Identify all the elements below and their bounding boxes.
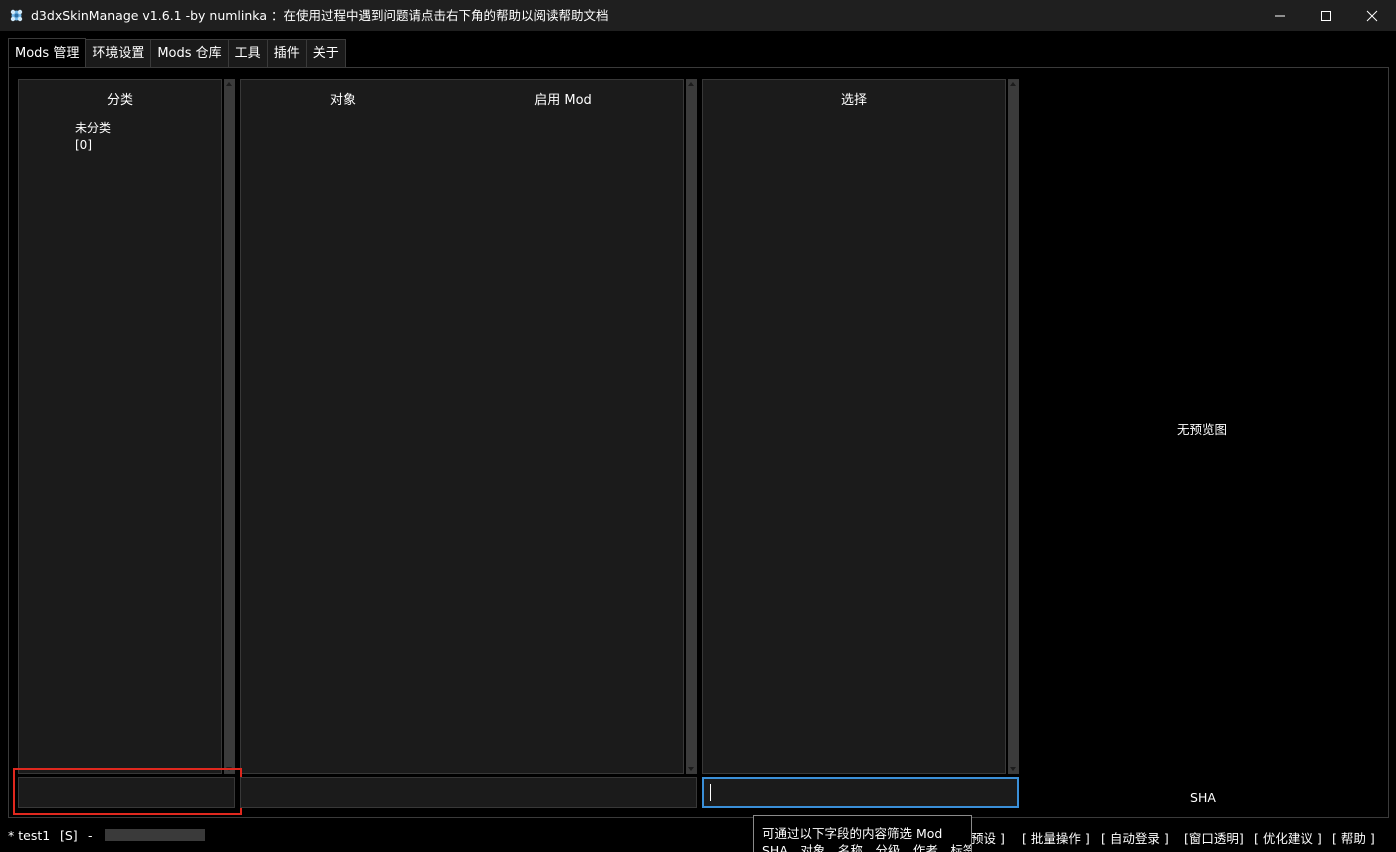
title-bar: d3dxSkinManage v1.6.1 -by numlinka ：在使用过… bbox=[0, 0, 1396, 31]
status-bar: * test1 [S] - 预设 ] [ 批量操作 ] [ 自动登录 ] [窗口… bbox=[0, 820, 1396, 852]
close-icon bbox=[1366, 10, 1378, 21]
object-header: 对象 bbox=[329, 93, 356, 108]
tab-mods-manage[interactable]: Mods 管理 bbox=[8, 38, 87, 68]
window-title: d3dxSkinManage v1.6.1 -by numlinka ：在使用过… bbox=[31, 8, 609, 23]
maximize-icon bbox=[1321, 10, 1331, 21]
status-progress-bar bbox=[105, 829, 205, 841]
sha-label: SHA bbox=[1190, 790, 1216, 805]
mod-search-input[interactable] bbox=[702, 777, 1019, 808]
minimize-button[interactable] bbox=[1257, 0, 1303, 31]
link-auto-login[interactable]: [ 自动登录 ] bbox=[1101, 828, 1169, 847]
tab-plugins[interactable]: 插件 bbox=[266, 39, 307, 67]
link-batch-operation[interactable]: [ 批量操作 ] bbox=[1022, 828, 1090, 847]
category-item-count: [0] bbox=[75, 138, 92, 152]
close-button[interactable] bbox=[1349, 0, 1395, 31]
status-flag: [S] bbox=[60, 828, 78, 843]
category-list[interactable]: 分类 未分类 [0] bbox=[18, 79, 222, 774]
tab-about[interactable]: 关于 bbox=[305, 39, 346, 67]
status-separator: - bbox=[88, 828, 93, 843]
scroll-up-icon[interactable] bbox=[226, 82, 232, 86]
category-scrollbar[interactable] bbox=[224, 79, 235, 774]
highlight-box bbox=[13, 768, 242, 815]
category-item-name: 未分类 bbox=[75, 121, 112, 135]
no-preview-text: 无预览图 bbox=[1176, 422, 1227, 437]
mod-select-list[interactable]: 选择 bbox=[702, 79, 1006, 774]
search-tooltip: 可通过以下字段的内容筛选 Mod SHA、对象、名称、分级、作者、标签 bbox=[753, 815, 972, 852]
link-suggestions[interactable]: [ 优化建议 ] bbox=[1254, 828, 1322, 847]
link-window-transparency[interactable]: [窗口透明] bbox=[1184, 828, 1244, 847]
object-list[interactable]: 对象 启用 Mod bbox=[240, 79, 684, 774]
scroll-down-icon[interactable] bbox=[688, 767, 694, 771]
scroll-up-icon[interactable] bbox=[688, 82, 694, 86]
category-header: 分类 bbox=[106, 93, 133, 108]
category-item-uncategorized[interactable]: 未分类 [0] bbox=[75, 120, 111, 154]
maximize-button[interactable] bbox=[1303, 0, 1349, 31]
object-filter-input[interactable] bbox=[240, 777, 697, 808]
tab-tools[interactable]: 工具 bbox=[227, 39, 268, 67]
scroll-down-icon[interactable] bbox=[1010, 767, 1016, 771]
tab-bar: Mods 管理 环境设置 Mods 仓库 工具 插件 关于 bbox=[8, 38, 346, 68]
select-header: 选择 bbox=[840, 93, 867, 108]
tab-env-settings[interactable]: 环境设置 bbox=[85, 39, 152, 67]
object-scrollbar[interactable] bbox=[686, 79, 697, 774]
scroll-up-icon[interactable] bbox=[1010, 82, 1016, 86]
minimize-icon bbox=[1275, 15, 1285, 16]
app-icon bbox=[10, 9, 23, 22]
tooltip-line-2: SHA、对象、名称、分级、作者、标签 bbox=[762, 843, 972, 852]
tab-mods-repo[interactable]: Mods 仓库 bbox=[150, 39, 229, 67]
text-cursor bbox=[710, 784, 711, 801]
link-preset[interactable]: 预设 ] bbox=[971, 828, 1005, 847]
enabled-mod-header: 启用 Mod bbox=[534, 93, 592, 108]
link-help[interactable]: [ 帮助 ] bbox=[1332, 828, 1375, 847]
select-scrollbar[interactable] bbox=[1008, 79, 1019, 774]
status-user: * test1 bbox=[8, 828, 51, 843]
